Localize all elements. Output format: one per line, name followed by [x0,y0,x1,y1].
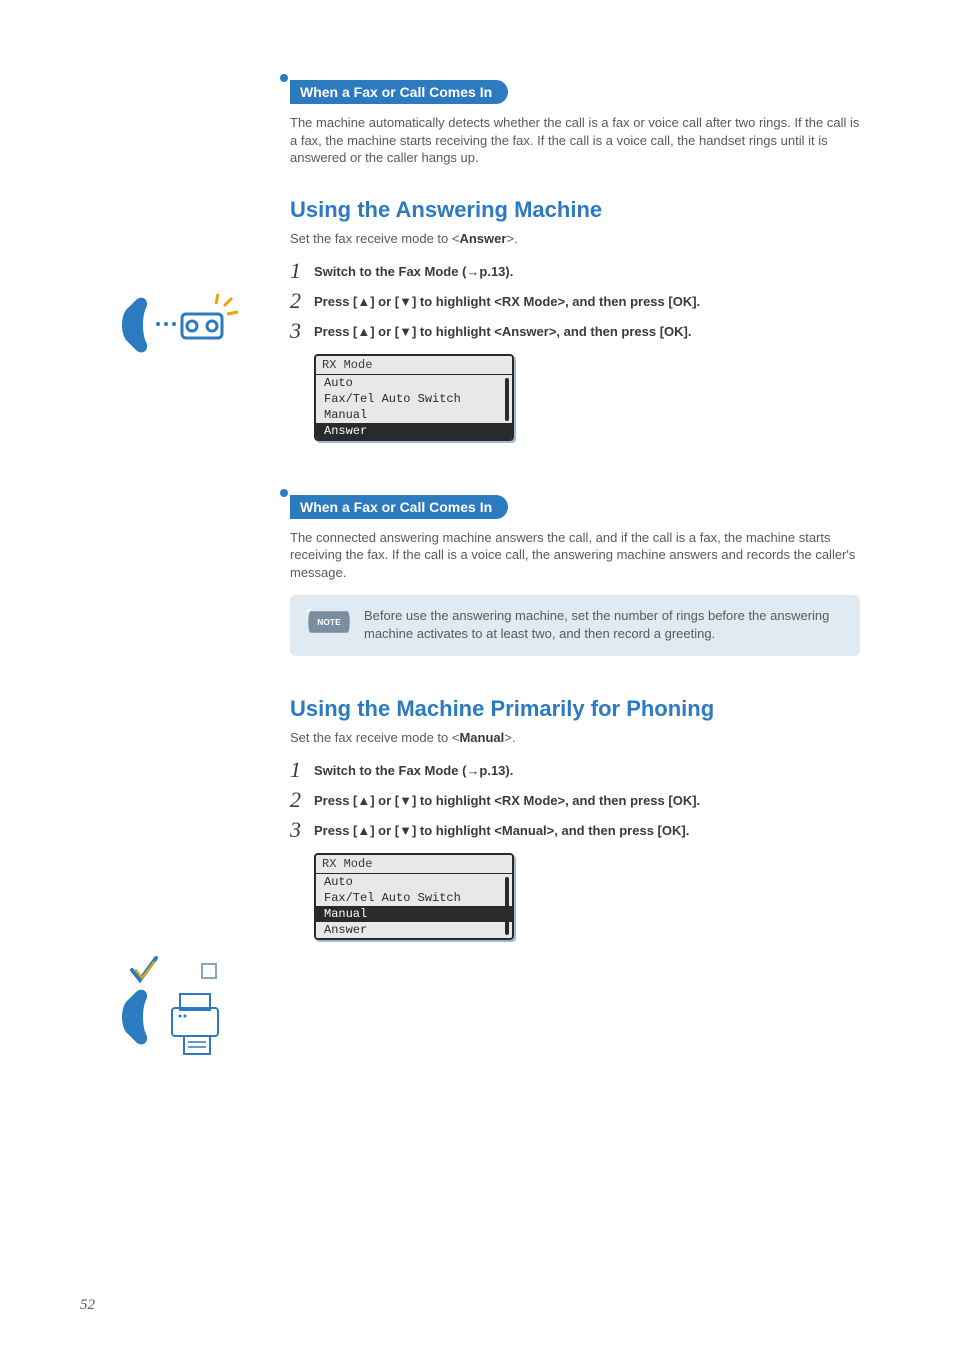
callout-fax-or-call-1: When a Fax or Call Comes In [290,80,508,104]
steps-phoning: 1 Switch to the Fax Mode (→p.13). 2 Pres… [290,759,860,841]
lcd-row: Fax/Tel Auto Switch [316,391,512,407]
intro-pre: Set the fax receive mode to < [290,231,459,246]
lcd-panel-answer: RX Mode Auto Fax/Tel Auto Switch Manual … [314,354,514,441]
lcd-row-selected: Answer [316,423,512,439]
step-row: 2 Press [▲] or [▼] to highlight <RX Mode… [290,290,860,312]
step-num: 2 [290,290,314,312]
illustration-answering-machine [110,280,250,370]
lcd-row: Auto [316,375,512,391]
intro-pre: Set the fax receive mode to < [290,730,459,745]
step-row: 3 Press [▲] or [▼] to highlight <Manual>… [290,819,860,841]
heading-answering-machine: Using the Answering Machine [290,197,860,223]
lcd-row: Answer [316,922,512,938]
note-icon: NOTE [306,607,352,635]
step-text: Press [▲] or [▼] to highlight <RX Mode>,… [314,290,700,311]
step-num: 1 [290,759,314,781]
lcd-row: Manual [316,407,512,423]
page-number: 52 [80,1297,95,1314]
intro-post: >. [504,730,515,745]
step-row: 2 Press [▲] or [▼] to highlight <RX Mode… [290,789,860,811]
intro-phoning: Set the fax receive mode to <Manual>. [290,730,860,745]
step-num: 1 [290,260,314,282]
lcd-row-selected: Manual [316,906,512,922]
note-box: NOTE Before use the answering machine, s… [290,595,860,655]
body-fax-or-call-2: The connected answering machine answers … [290,529,860,582]
intro-post: >. [506,231,517,246]
heading-phoning: Using the Machine Primarily for Phoning [290,696,860,722]
body-fax-or-call-1: The machine automatically detects whethe… [290,114,860,167]
step-row: 1 Switch to the Fax Mode (→p.13). [290,759,860,781]
lcd-row: Fax/Tel Auto Switch [316,890,512,906]
step-num: 3 [290,320,314,342]
step-row: 3 Press [▲] or [▼] to highlight <Answer>… [290,320,860,342]
step-num: 3 [290,819,314,841]
step-text: Press [▲] or [▼] to highlight <Manual>, … [314,819,689,840]
svg-text:NOTE: NOTE [317,617,341,627]
lcd-title: RX Mode [316,855,512,874]
step-num: 2 [290,789,314,811]
illustration-phoning [110,950,250,1040]
intro-answering: Set the fax receive mode to <Answer>. [290,231,860,246]
intro-strong: Manual [459,730,504,745]
step-text: Press [▲] or [▼] to highlight <Answer>, … [314,320,692,341]
lcd-row: Auto [316,874,512,890]
lcd-panel-manual: RX Mode Auto Fax/Tel Auto Switch Manual … [314,853,514,940]
lcd-scrollbar [505,877,509,935]
step-row: 1 Switch to the Fax Mode (→p.13). [290,260,860,282]
callout-fax-or-call-2: When a Fax or Call Comes In [290,495,508,519]
intro-strong: Answer [459,231,506,246]
steps-answering: 1 Switch to the Fax Mode (→p.13). 2 Pres… [290,260,860,342]
step-text: Press [▲] or [▼] to highlight <RX Mode>,… [314,789,700,810]
step-text: Switch to the Fax Mode (→p.13). [314,260,513,281]
note-text: Before use the answering machine, set th… [364,607,844,643]
step-text: Switch to the Fax Mode (→p.13). [314,759,513,780]
lcd-title: RX Mode [316,356,512,375]
lcd-scrollbar [505,378,509,421]
